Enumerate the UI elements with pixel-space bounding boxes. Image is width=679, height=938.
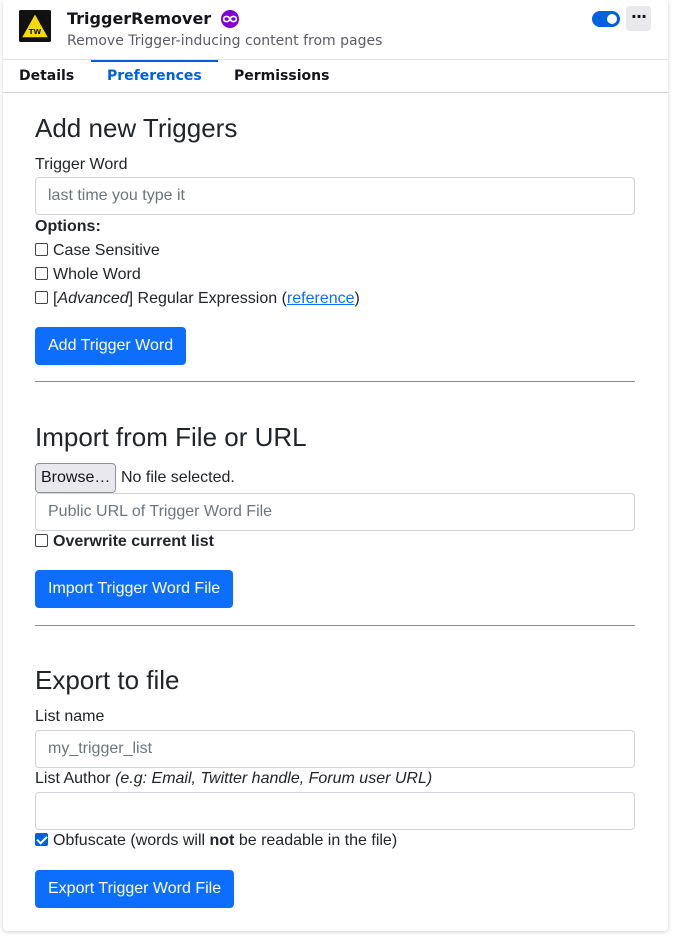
- regex-suffix: ): [354, 290, 360, 307]
- tab-bar: Details Preferences Permissions: [3, 60, 668, 93]
- divider: [35, 625, 635, 626]
- import-section-title: Import from File or URL: [35, 422, 307, 452]
- regex-option[interactable]: [Advanced] Regular Expression (reference…: [35, 289, 360, 309]
- regex-reference-link[interactable]: reference: [287, 290, 355, 307]
- regex-checkbox[interactable]: [35, 291, 48, 304]
- extension-description: Remove Trigger-inducing content from pag…: [67, 33, 383, 49]
- obfuscate-suffix: be readable in the file): [234, 832, 398, 849]
- extension-header: TW TriggerRemover Remove Trigger-inducin…: [3, 0, 668, 60]
- regex-label: ] Regular Expression (: [128, 290, 287, 307]
- whole-word-checkbox[interactable]: [35, 267, 48, 280]
- overwrite-label: Overwrite current list: [53, 533, 214, 550]
- logo-text: TW: [29, 28, 42, 36]
- import-button[interactable]: Import Trigger Word File: [35, 570, 234, 608]
- case-sensitive-label: Case Sensitive: [53, 242, 160, 259]
- whole-word-option[interactable]: Whole Word: [35, 265, 141, 285]
- browse-button[interactable]: Browse…: [35, 463, 117, 493]
- list-author-label-text: List Author: [35, 770, 111, 787]
- tab-preferences[interactable]: Preferences: [91, 60, 218, 93]
- export-button[interactable]: Export Trigger Word File: [35, 870, 235, 908]
- list-author-hint: (e.g: Email, Twitter handle, Forum user …: [115, 770, 433, 787]
- case-sensitive-option[interactable]: Case Sensitive: [35, 241, 160, 261]
- tab-permissions[interactable]: Permissions: [234, 60, 329, 93]
- private-browsing-icon: [220, 9, 240, 29]
- options-label: Options:: [35, 218, 101, 235]
- toggle-knob: [607, 14, 617, 24]
- list-author-input[interactable]: [35, 792, 635, 830]
- regex-advanced: Advanced: [57, 290, 129, 307]
- list-author-label: List Author (e.g: Email, Twitter handle,…: [35, 770, 432, 788]
- extension-name: TriggerRemover: [67, 9, 212, 28]
- whole-word-label: Whole Word: [53, 266, 141, 283]
- trigger-word-label: Trigger Word: [35, 156, 128, 173]
- obfuscate-checkbox[interactable]: [35, 833, 48, 846]
- add-trigger-word-button[interactable]: Add Trigger Word: [35, 327, 187, 365]
- more-options-button[interactable]: ···: [626, 6, 651, 31]
- extension-logo: TW: [19, 10, 51, 42]
- list-name-label: List name: [35, 708, 105, 725]
- file-status: No file selected.: [121, 469, 235, 486]
- divider: [35, 381, 635, 382]
- extension-card: TW TriggerRemover Remove Trigger-inducin…: [3, 0, 668, 931]
- case-sensitive-checkbox[interactable]: [35, 243, 48, 256]
- export-section-title: Export to file: [35, 665, 180, 695]
- obfuscate-label: Obfuscate (words will: [53, 832, 210, 849]
- enable-toggle[interactable]: [592, 11, 620, 27]
- trigger-word-input[interactable]: last time you type it: [35, 177, 635, 215]
- obfuscate-option[interactable]: Obfuscate (words will not be readable in…: [35, 831, 397, 851]
- overwrite-checkbox[interactable]: [35, 534, 48, 547]
- obfuscate-bold: not: [209, 832, 235, 849]
- list-name-input[interactable]: my_trigger_list: [35, 730, 635, 768]
- overwrite-option[interactable]: Overwrite current list: [35, 532, 214, 552]
- tab-details[interactable]: Details: [19, 60, 74, 93]
- add-section-title: Add new Triggers: [35, 113, 238, 143]
- url-input[interactable]: Public URL of Trigger Word File: [35, 493, 635, 531]
